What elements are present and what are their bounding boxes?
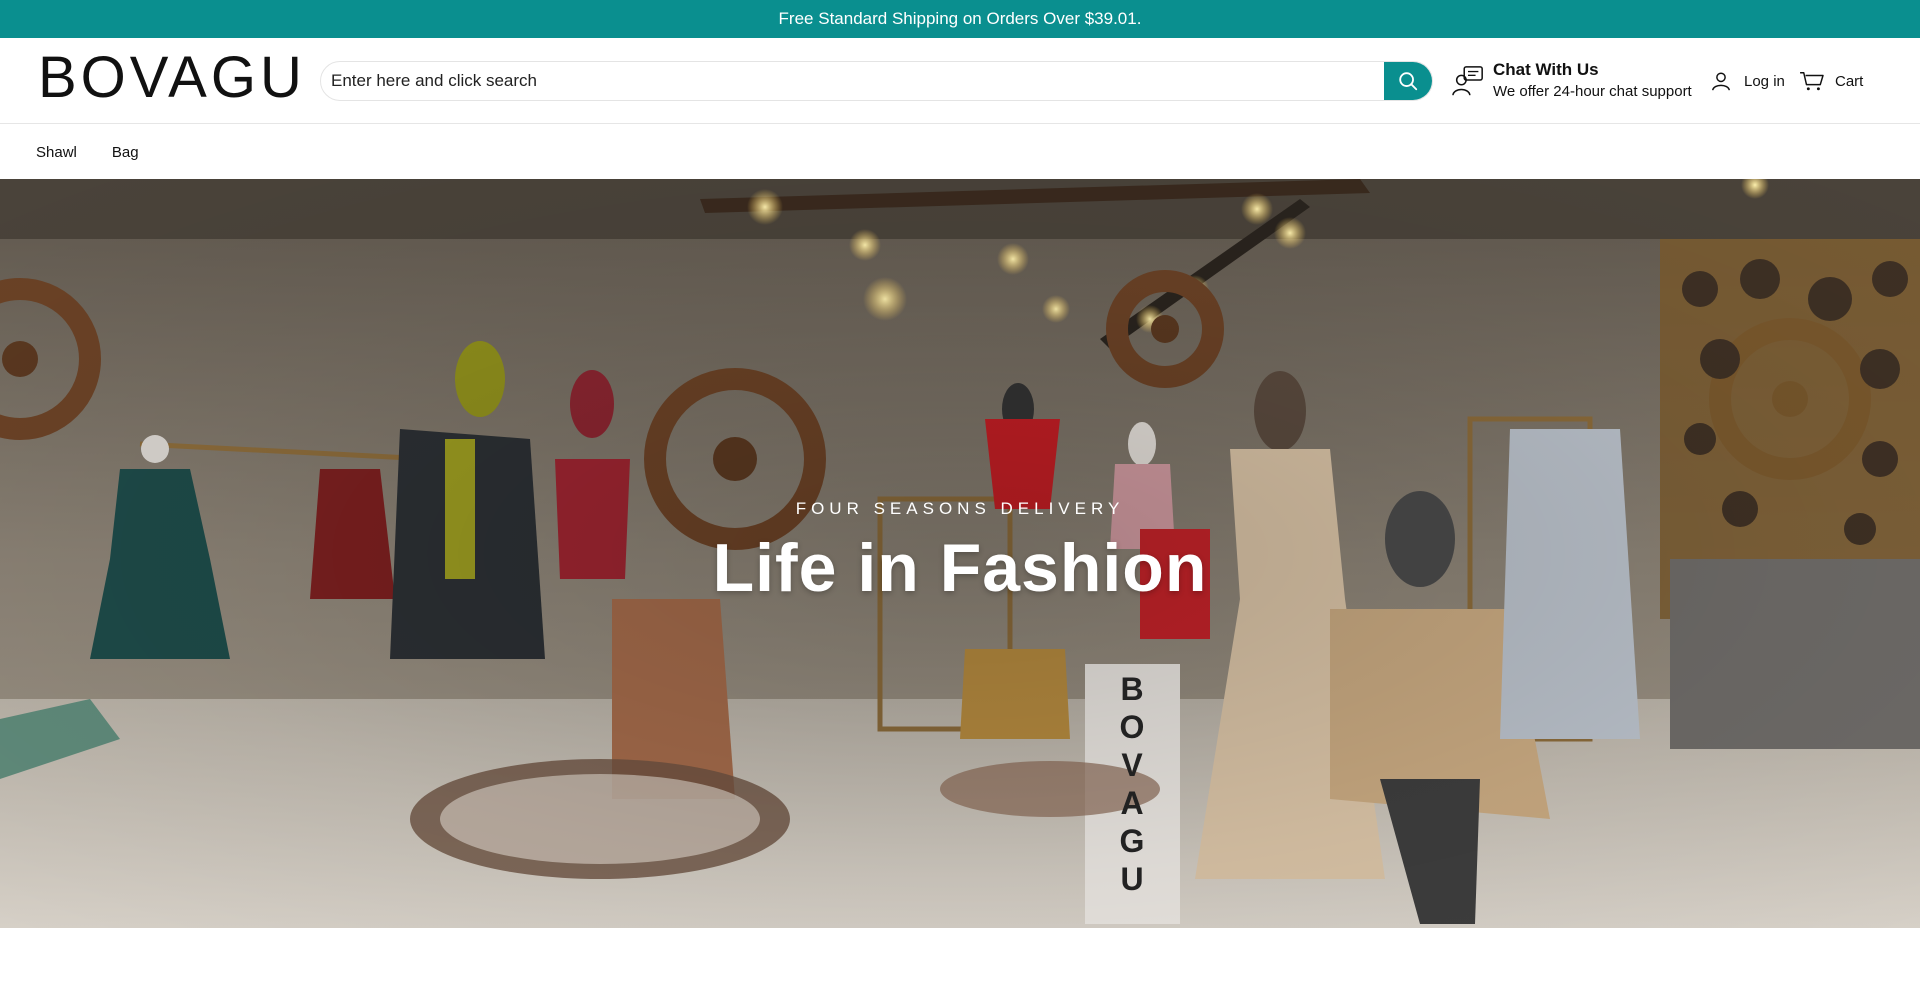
chat-support-icon xyxy=(1452,66,1483,96)
hero-subtitle: FOUR SEASONS DELIVERY xyxy=(795,499,1125,518)
search-input[interactable] xyxy=(321,62,1386,100)
search-bar xyxy=(320,61,1433,101)
site-header: BOVAGU Chat With Us We offer 24-hour cha… xyxy=(0,38,1920,124)
login-link[interactable]: Log in xyxy=(1710,68,1785,94)
nav-item-bag[interactable]: Bag xyxy=(112,144,139,161)
hero-banner[interactable]: FOUR SEASONS DELIVERY Life in Fashion BO… xyxy=(0,179,1920,928)
cart-icon xyxy=(1800,72,1824,91)
nav-item-shawl[interactable]: Shawl xyxy=(36,144,77,161)
main-nav: Shawl Bag xyxy=(0,125,1920,179)
cart-label: Cart xyxy=(1835,72,1864,90)
user-icon xyxy=(1712,72,1730,91)
svg-text:BOVAGU: BOVAGU xyxy=(1120,671,1145,897)
hero-title: Life in Fashion xyxy=(712,530,1208,606)
announcement-bar: Free Standard Shipping on Orders Over $3… xyxy=(0,0,1920,38)
cart-link[interactable]: Cart xyxy=(1799,68,1863,94)
search-icon xyxy=(1399,72,1418,91)
search-button[interactable] xyxy=(1384,62,1432,100)
login-label: Log in xyxy=(1744,72,1785,90)
brand-logo[interactable]: BOVAGU xyxy=(38,48,306,108)
chat-text: Chat With Us We offer 24-hour chat suppo… xyxy=(1493,60,1692,102)
plinth-label: BOVAGU xyxy=(1120,671,1145,897)
chat-subtitle: We offer 24-hour chat support xyxy=(1493,83,1692,100)
chat-title: Chat With Us xyxy=(1493,60,1599,79)
chat-with-us[interactable]: Chat With Us We offer 24-hour chat suppo… xyxy=(1451,58,1692,104)
announcement-text: Free Standard Shipping on Orders Over $3… xyxy=(778,9,1142,28)
